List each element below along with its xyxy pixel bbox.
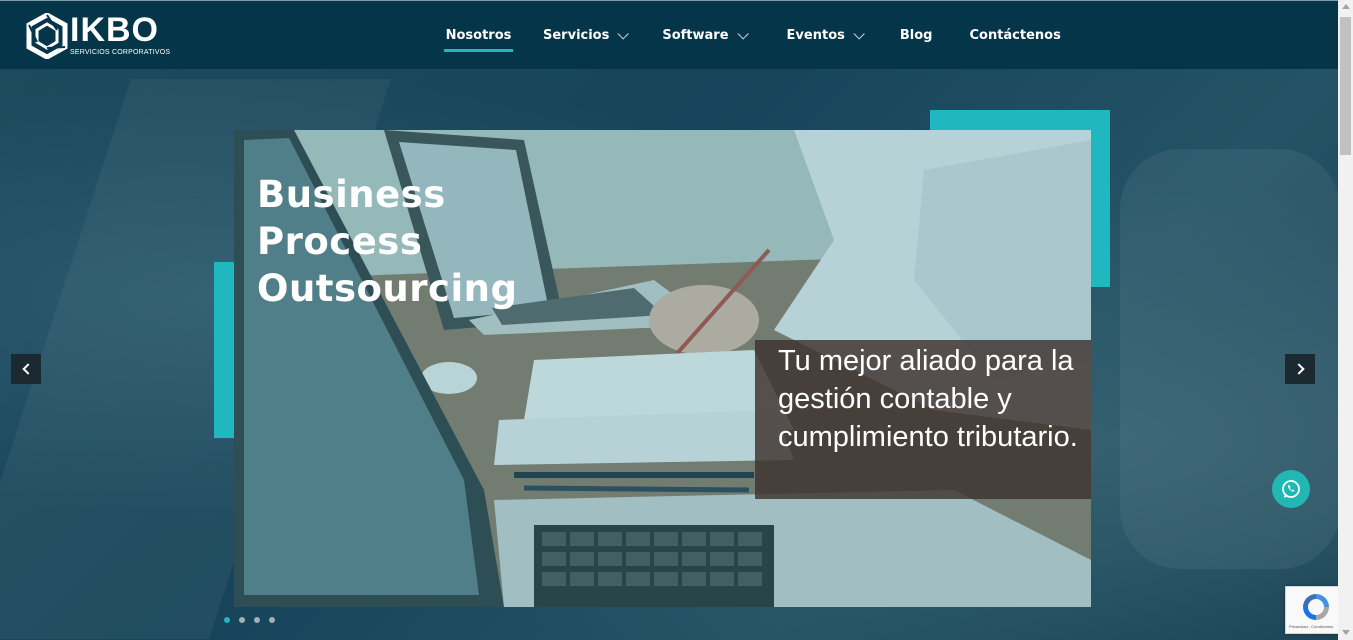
logo-text: IKBO SERVICIOS CORPORATIVOS [70, 13, 170, 56]
nav-item-label: Blog [899, 28, 933, 43]
recaptcha-links[interactable]: Privacidad - Condiciones [1289, 624, 1333, 629]
slider-pagination [224, 617, 284, 623]
slide-caption: Tu mejor aliado para la gestión contable… [778, 345, 1078, 453]
nav-item-label: Servicios [543, 28, 610, 43]
slide-title: Business Process Outsourcing [257, 171, 557, 312]
chevron-left-icon [21, 363, 34, 375]
chevron-down-icon [617, 27, 630, 40]
chevron-right-icon [1292, 363, 1305, 375]
recaptcha-icon [1303, 594, 1329, 620]
nav-item-software[interactable]: Software [662, 1, 749, 70]
nav-item-blog[interactable]: Blog [900, 1, 933, 70]
slide-title-line: Outsourcing [257, 267, 518, 310]
scroll-down-arrow-icon[interactable] [1342, 630, 1350, 635]
slider-dot[interactable] [269, 617, 275, 623]
nav-item-label: Contáctenos [969, 28, 1061, 43]
brand-logo[interactable]: IKBO SERVICIOS CORPORATIVOS [26, 13, 170, 59]
hero-slider: Business Process Outsourcing Tu mejor al… [0, 69, 1338, 640]
accent-block-left [214, 262, 236, 438]
slide-title-line: Process [257, 220, 423, 263]
page-scrollbar[interactable] [1338, 0, 1353, 640]
slider-dot[interactable] [254, 617, 260, 623]
chevron-down-icon [853, 27, 865, 40]
hexagon-logo-icon [26, 13, 68, 59]
recaptcha-badge[interactable]: Privacidad - Condiciones [1285, 586, 1338, 634]
slider-dot[interactable] [224, 617, 230, 623]
nav-item-eventos[interactable]: Eventos [786, 1, 865, 70]
slide-title-line: Business [257, 173, 446, 216]
slider-prev-button[interactable] [11, 354, 41, 384]
whatsapp-icon [1282, 480, 1300, 498]
chevron-down-icon [737, 27, 749, 40]
scrollbar-thumb[interactable] [1340, 17, 1351, 155]
whatsapp-button[interactable] [1272, 470, 1310, 508]
brand-name: IKBO [70, 11, 159, 49]
main-nav: Nosotros Servicios Software Eventos Blog… [444, 1, 1061, 70]
slider-next-button[interactable] [1285, 354, 1315, 384]
nav-item-label: Nosotros [445, 28, 512, 43]
nav-item-label: Software [662, 28, 729, 43]
nav-item-label: Eventos [786, 28, 845, 43]
slider-dot[interactable] [239, 617, 245, 623]
nav-item-nosotros[interactable]: Nosotros [444, 1, 513, 70]
brand-tagline: SERVICIOS CORPORATIVOS [70, 49, 171, 56]
nav-item-contactenos[interactable]: Contáctenos [969, 1, 1060, 70]
scroll-up-arrow-icon[interactable] [1342, 4, 1350, 9]
site-header: IKBO SERVICIOS CORPORATIVOS Nosotros Ser… [0, 0, 1338, 69]
nav-item-servicios[interactable]: Servicios [543, 1, 630, 70]
